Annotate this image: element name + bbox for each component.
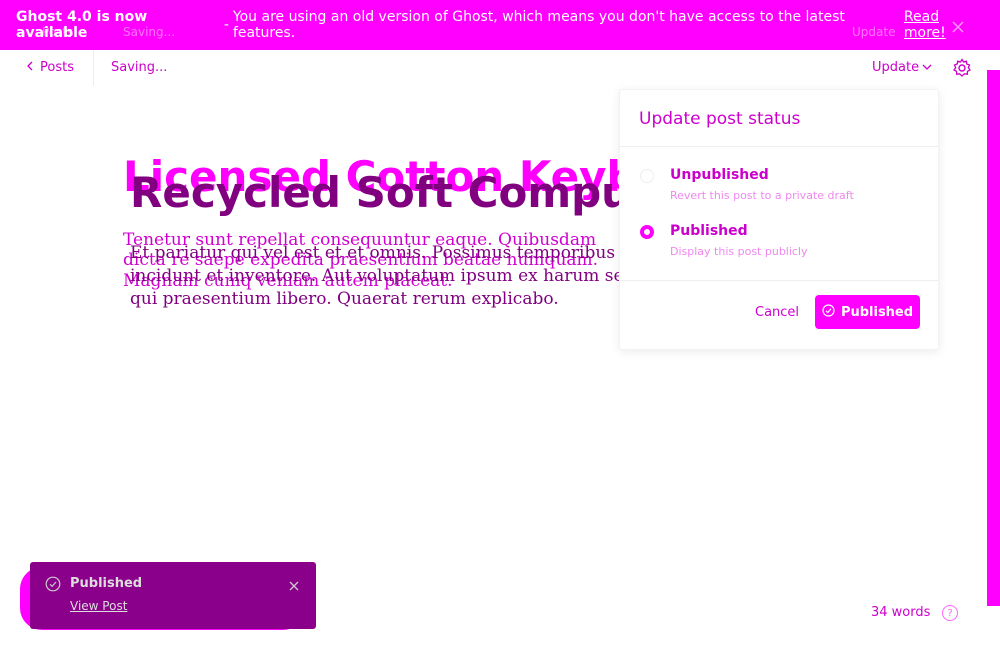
notification-title: Published: [70, 576, 143, 591]
chevron-down-icon: [922, 60, 932, 75]
publish-menu-divider: [620, 280, 938, 281]
published-button-label: Published: [840, 304, 914, 320]
option-description: Display this post publicly: [670, 245, 808, 258]
topbar-divider: [93, 50, 94, 86]
update-label: Update: [872, 60, 920, 75]
back-label: Posts: [40, 60, 74, 75]
published-radio[interactable]: [640, 225, 654, 239]
check-circle-icon: [822, 303, 835, 321]
cancel-button[interactable]: Cancel: [755, 305, 799, 320]
word-count: 34 words: [871, 605, 931, 620]
check-circle-icon: [45, 576, 61, 592]
ghost-posts-label: Posts: [42, 25, 74, 39]
published-notification: Published View Post: [30, 562, 316, 629]
back-to-posts-button[interactable]: Posts: [26, 60, 74, 75]
update-banner: Posts Saving... Update Ghost 4.0 is now …: [0, 0, 1000, 50]
ghost-update-label: Update: [852, 25, 896, 39]
banner-separator: -: [223, 17, 229, 33]
close-icon[interactable]: [950, 19, 966, 35]
update-button[interactable]: Update: [872, 60, 932, 75]
banner-message: You are using an old version of Ghost, w…: [232, 9, 845, 41]
post-title[interactable]: Recycled Soft Computer: [130, 169, 700, 216]
option-label: Published: [670, 223, 748, 239]
ghost-saving-label: Saving...: [123, 25, 176, 39]
view-post-link[interactable]: View Post: [70, 599, 127, 613]
option-description: Revert this post to a private draft: [670, 189, 854, 202]
close-icon[interactable]: [288, 577, 300, 591]
published-button[interactable]: Published: [815, 295, 920, 329]
option-label: Unpublished: [670, 167, 769, 183]
banner-read-more-link[interactable]: Read more!: [904, 9, 984, 41]
unpublished-radio[interactable]: [640, 169, 654, 183]
help-icon[interactable]: ?: [942, 605, 958, 621]
chevron-left-icon: [26, 60, 34, 75]
save-status: Saving...: [111, 60, 168, 75]
gear-icon[interactable]: [952, 58, 972, 78]
editor-topbar: Posts Saving... Update: [0, 50, 1000, 86]
publish-menu: Update post status Unpublished Revert th…: [619, 89, 939, 350]
scrollbar[interactable]: [987, 70, 1000, 606]
publish-menu-title: Update post status: [620, 90, 938, 147]
